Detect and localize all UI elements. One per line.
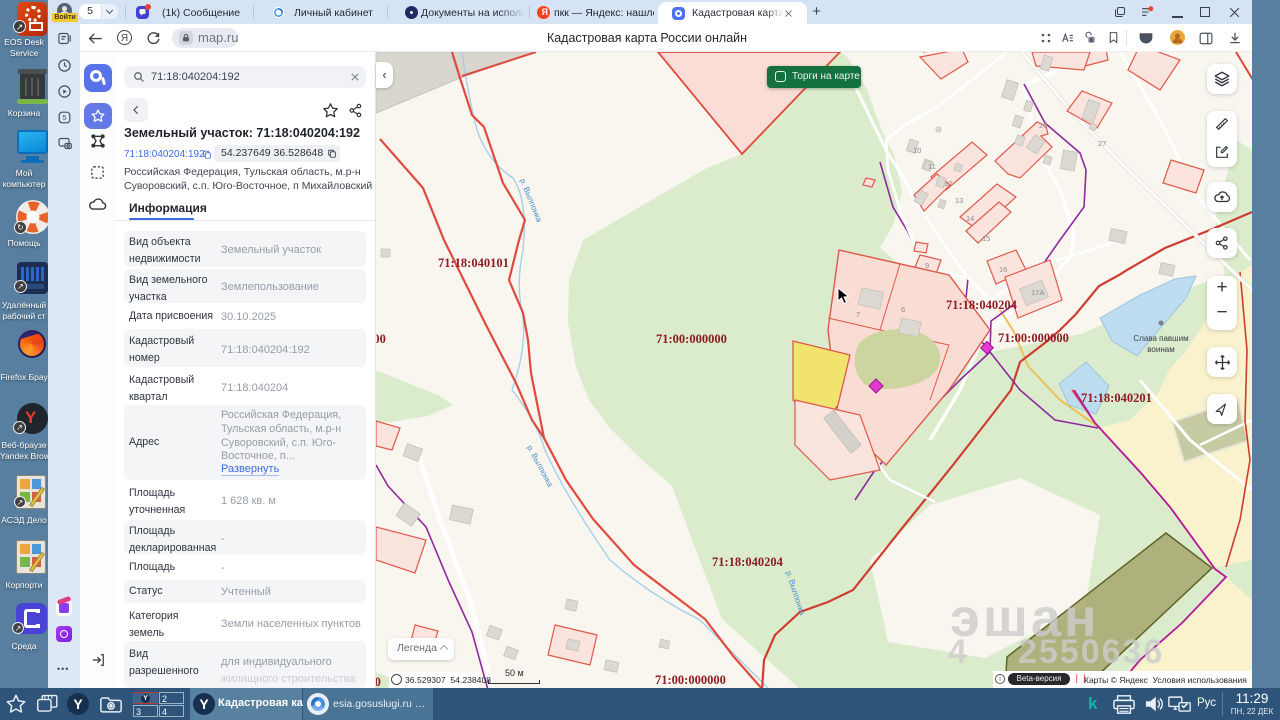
- svg-text:Слава павшим: Слава павшим: [1133, 334, 1188, 343]
- svg-text:9: 9: [925, 261, 929, 270]
- svg-text:71:00:000000: 71:00:000000: [376, 332, 386, 346]
- svg-text:10: 10: [913, 146, 921, 155]
- svg-text:71:18:040101: 71:18:040101: [438, 256, 509, 270]
- svg-text:71:18:040204: 71:18:040204: [712, 555, 784, 569]
- svg-text:71:18:040204: 71:18:040204: [946, 298, 1018, 312]
- svg-text:1: 1: [1090, 37, 1093, 42]
- svg-text:12: 12: [944, 179, 952, 188]
- svg-text:5: 5: [63, 115, 67, 122]
- svg-text:2550636: 2550636: [1018, 633, 1164, 671]
- svg-text:15: 15: [982, 234, 990, 243]
- svg-text:4: 4: [948, 633, 967, 671]
- svg-text:27: 27: [1098, 139, 1106, 148]
- svg-text:71:00:000000: 71:00:000000: [998, 331, 1069, 345]
- svg-text:71:00:000000: 71:00:000000: [376, 675, 381, 688]
- svg-text:14: 14: [966, 214, 974, 223]
- svg-text:7: 7: [856, 310, 860, 319]
- svg-text:16: 16: [999, 265, 1007, 274]
- svg-text:71:18:040201: 71:18:040201: [1081, 391, 1152, 405]
- svg-text:11: 11: [928, 162, 936, 171]
- svg-text:13: 13: [955, 196, 963, 205]
- svg-text:воинам: воинам: [1147, 345, 1174, 354]
- svg-text:20: 20: [1039, 121, 1047, 130]
- svg-text:71:00:000000: 71:00:000000: [655, 673, 726, 687]
- svg-text:71:00:000000: 71:00:000000: [656, 332, 727, 346]
- svg-text:6: 6: [901, 305, 905, 314]
- svg-text:17А: 17А: [1031, 288, 1044, 297]
